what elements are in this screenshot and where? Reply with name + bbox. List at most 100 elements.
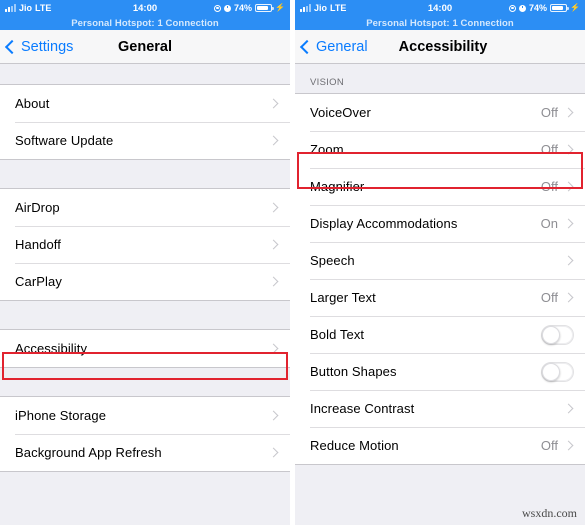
row-magnifier[interactable]: Magnifier Off	[295, 168, 585, 205]
row-label: Reduce Motion	[310, 438, 399, 453]
chevron-right-icon	[268, 98, 279, 109]
row-iphone-storage[interactable]: iPhone Storage	[0, 397, 290, 434]
chevron-right-icon	[563, 440, 574, 451]
lightning-bolt-icon: ⚡	[570, 3, 580, 12]
row-accessory	[268, 202, 280, 213]
row-carplay[interactable]: CarPlay	[0, 263, 290, 300]
chevron-right-icon	[563, 292, 574, 303]
status-bar-right: Jio LTE 14:00 74% ⚡	[295, 0, 585, 16]
back-button-label: Settings	[21, 38, 74, 55]
row-label: Software Update	[15, 133, 114, 148]
right-phone-screen: Jio LTE 14:00 74% ⚡ Personal Hotspot: 1 …	[295, 0, 585, 525]
row-accessibility[interactable]: Accessibility	[0, 330, 290, 367]
row-software-update[interactable]: Software Update	[0, 122, 290, 159]
row-value: Off	[540, 179, 558, 194]
row-increase-contrast[interactable]: Increase Contrast	[295, 390, 585, 427]
row-value: Off	[540, 438, 558, 453]
row-bold-text[interactable]: Bold Text	[295, 316, 585, 353]
list-gap	[0, 64, 290, 84]
status-bar-right-group: 74% ⚡	[214, 3, 285, 13]
toggle-knob	[542, 325, 560, 344]
back-to-settings-button[interactable]: Settings	[0, 39, 73, 55]
row-label: Handoff	[15, 237, 61, 252]
row-accessory: Off	[541, 438, 575, 453]
personal-hotspot-banner-left[interactable]: Personal Hotspot: 1 Connection	[0, 16, 290, 30]
row-accessory	[268, 239, 280, 250]
nav-bar-right: General Accessibility	[295, 30, 585, 64]
row-accessory	[268, 343, 280, 354]
status-bar-right-group: 74% ⚡	[509, 3, 580, 13]
watermark: wsxdn.com	[522, 506, 577, 520]
chevron-right-icon	[563, 403, 574, 414]
section-header-vision: VISION	[310, 77, 345, 88]
list-gap	[0, 301, 290, 329]
row-accessory: Off	[541, 105, 575, 120]
group-storage: iPhone Storage Background App Refresh	[0, 396, 290, 472]
row-accessory: Off	[541, 179, 575, 194]
chevron-left-icon	[4, 39, 20, 54]
row-accessory	[563, 255, 575, 266]
chevron-right-icon	[268, 447, 279, 458]
row-reduce-motion[interactable]: Reduce Motion Off	[295, 427, 585, 464]
button-shapes-toggle[interactable]	[541, 361, 574, 382]
row-value: Off	[540, 105, 558, 120]
list-gap	[0, 368, 290, 396]
row-value: Off	[540, 290, 558, 305]
row-button-shapes[interactable]: Button Shapes	[295, 353, 585, 390]
row-label: Increase Contrast	[310, 401, 415, 416]
row-value: Off	[540, 142, 558, 157]
group-accessibility: Accessibility	[0, 329, 290, 368]
location-arrow-icon	[214, 4, 222, 12]
row-accessory: On	[541, 216, 575, 231]
status-bar-left: Jio LTE 14:00 74% ⚡	[0, 0, 290, 16]
chevron-right-icon	[268, 239, 279, 250]
back-to-general-button[interactable]: General	[295, 39, 368, 55]
row-voiceover[interactable]: VoiceOver Off	[295, 94, 585, 131]
lightning-bolt-icon: ⚡	[275, 3, 285, 12]
row-speech[interactable]: Speech	[295, 242, 585, 279]
personal-hotspot-banner-right[interactable]: Personal Hotspot: 1 Connection	[295, 16, 585, 30]
row-label: Speech	[310, 253, 355, 268]
dual-screenshot-container: Jio LTE 14:00 74% ⚡ Personal Hotspot: 1 …	[0, 0, 585, 525]
row-accessory	[541, 324, 575, 345]
row-label: Zoom	[310, 142, 344, 157]
row-label: Larger Text	[310, 290, 376, 305]
row-label: Button Shapes	[310, 364, 397, 379]
row-zoom[interactable]: Zoom Off	[295, 131, 585, 168]
row-label: Background App Refresh	[15, 445, 162, 460]
bold-text-toggle[interactable]	[541, 324, 574, 345]
row-about[interactable]: About	[0, 85, 290, 122]
row-accessory	[268, 276, 280, 287]
battery-percent-label: 74%	[529, 3, 548, 13]
list-gap	[295, 465, 585, 495]
chevron-right-icon	[268, 343, 279, 354]
row-display-accommodations[interactable]: Display Accommodations On	[295, 205, 585, 242]
row-larger-text[interactable]: Larger Text Off	[295, 279, 585, 316]
chevron-right-icon	[268, 135, 279, 146]
row-handoff[interactable]: Handoff	[0, 226, 290, 263]
battery-icon	[550, 4, 569, 12]
row-accessory: Off	[541, 142, 575, 157]
chevron-right-icon	[563, 181, 574, 192]
row-label: Display Accommodations	[310, 216, 458, 231]
chevron-right-icon	[268, 276, 279, 287]
row-airdrop[interactable]: AirDrop	[0, 189, 290, 226]
row-label: About	[15, 96, 50, 111]
row-background-app-refresh[interactable]: Background App Refresh	[0, 434, 290, 471]
row-label: iPhone Storage	[15, 408, 107, 423]
toggle-knob	[542, 362, 560, 381]
row-label: Magnifier	[310, 179, 365, 194]
vision-section-header-area: VISION	[295, 64, 585, 93]
alarm-clock-icon	[519, 4, 527, 12]
location-arrow-icon	[509, 4, 517, 12]
row-label: VoiceOver	[310, 105, 371, 120]
back-button-label: General	[316, 38, 368, 55]
alarm-clock-icon	[224, 4, 232, 12]
row-accessory	[268, 98, 280, 109]
battery-percent-label: 74%	[234, 3, 253, 13]
row-accessory	[541, 361, 575, 382]
battery-icon	[255, 4, 274, 12]
row-value: On	[540, 216, 558, 231]
chevron-left-icon	[299, 39, 315, 54]
group-about: About Software Update	[0, 84, 290, 160]
